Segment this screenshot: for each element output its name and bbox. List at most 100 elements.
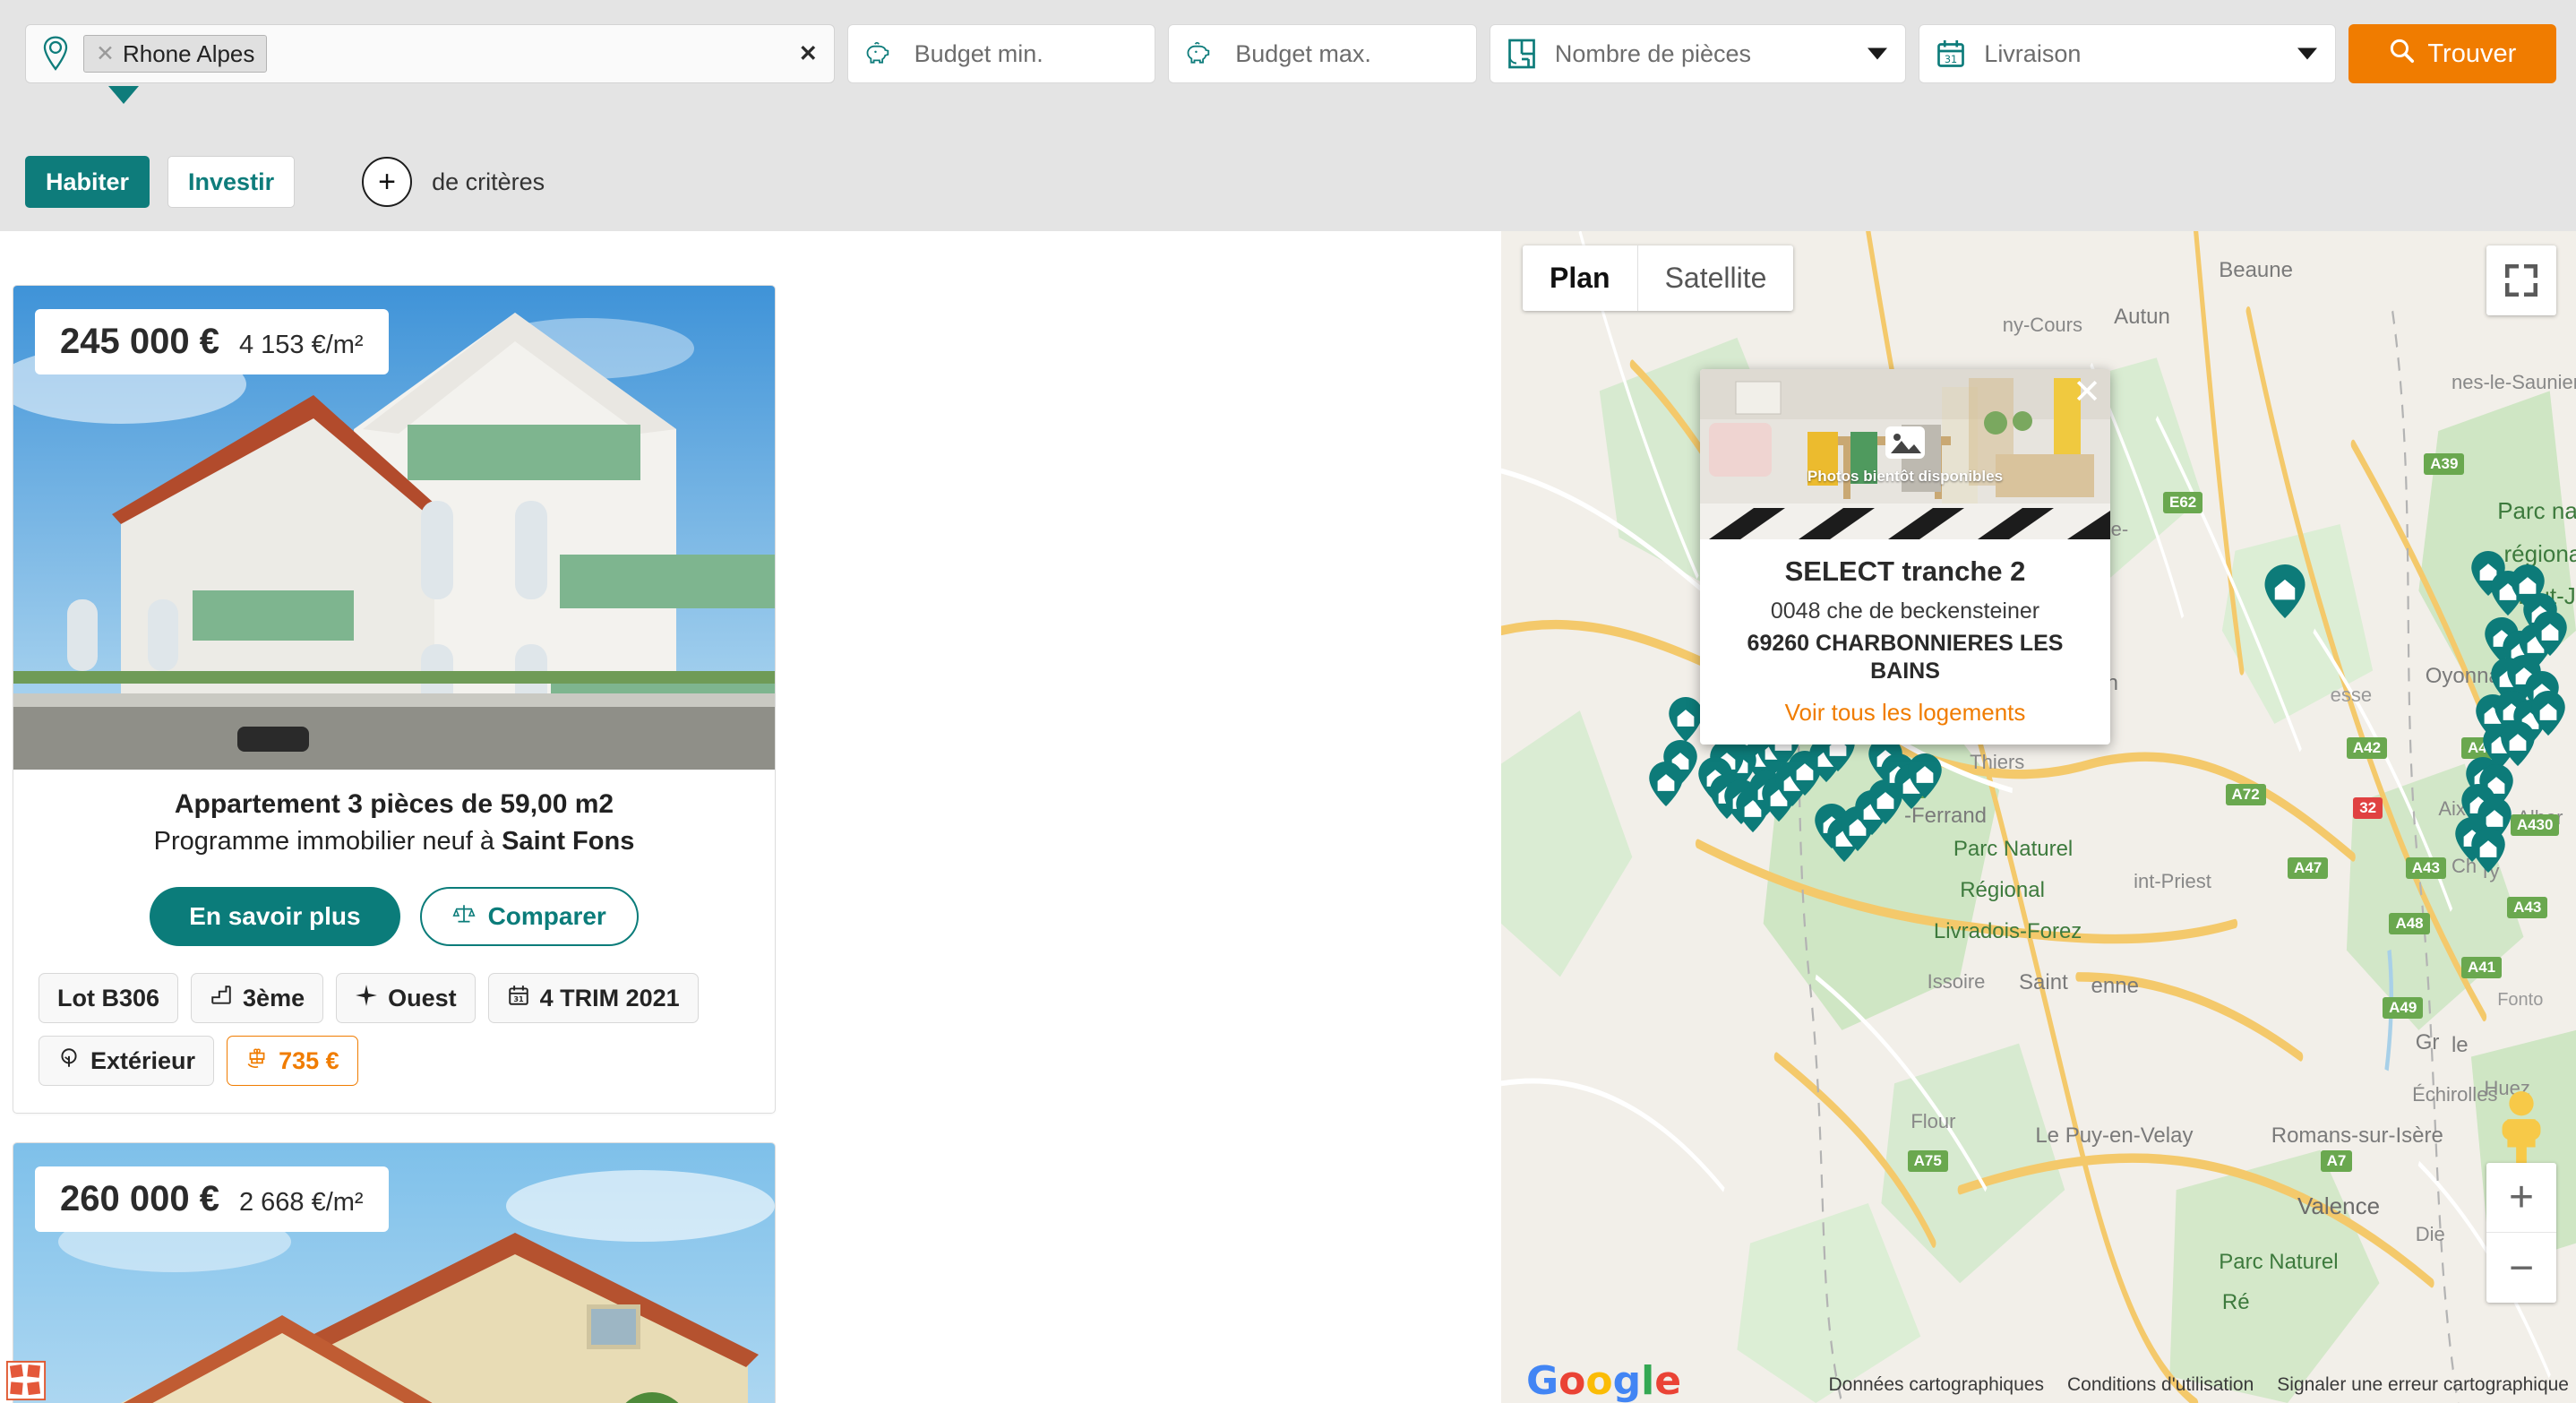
map-zoom-controls[interactable]: + − (2486, 1163, 2556, 1303)
map-marker[interactable] (2264, 564, 2306, 618)
calendar-icon: 31 (507, 984, 530, 1013)
corner-widget-icon[interactable] (5, 1360, 47, 1401)
rooms-placeholder: Nombre de pièces (1554, 39, 1752, 67)
more-criteria-label: de critères (432, 168, 545, 195)
gift-icon (245, 1046, 269, 1076)
zoom-out-button[interactable]: − (2486, 1233, 2556, 1303)
attrib-terms[interactable]: Conditions d'utilisation (2067, 1374, 2254, 1396)
tag-offer: 735 € (227, 1036, 358, 1086)
budget-max-placeholder: Budget max. (1235, 39, 1371, 67)
tag-floor: 3ème (191, 973, 324, 1023)
svg-text:31: 31 (513, 994, 524, 1003)
compare-button[interactable]: Comparer (419, 887, 639, 946)
tag-label: Extérieur (90, 1046, 196, 1074)
info-window-title: SELECT tranche 2 (1784, 555, 2026, 587)
clear-location-icon[interactable]: ✕ (799, 40, 818, 67)
tag-delivery: 31 4 TRIM 2021 (487, 973, 699, 1023)
budget-max-field[interactable]: Budget max. (1168, 24, 1477, 83)
search-bar: ✕ Rhone Alpes ✕ Budget min. Budget max. … (0, 0, 2576, 133)
find-button[interactable]: Trouver (2348, 24, 2556, 83)
map-type-satellite[interactable]: Satellite (1638, 245, 1794, 311)
tab-investir[interactable]: Investir (167, 156, 296, 208)
compare-label: Comparer (487, 902, 606, 930)
delivery-select[interactable]: 31 Livraison (1919, 24, 2336, 83)
tag-label: 735 € (279, 1046, 339, 1074)
map-info-window[interactable]: Photos bientôt disponibles ✕ SELECT tran… (1700, 369, 2110, 745)
card-photo[interactable]: 260 000 € 2 668 €/m² (13, 1143, 775, 1403)
photo-placeholder-label: Photos bientôt disponibles (1807, 468, 2004, 485)
card-body: Appartement 3 pièces de 59,00 m2 Program… (13, 770, 775, 1113)
chip-remove-icon[interactable]: ✕ (96, 42, 115, 65)
chevron-down-icon[interactable] (2297, 47, 2317, 60)
property-card[interactable]: 260 000 € 2 668 €/m² Maison 4 pièces de … (13, 1142, 776, 1403)
zoom-in-button[interactable]: + (2486, 1163, 2556, 1233)
delivery-placeholder: Livraison (1984, 39, 2082, 67)
price-badge: 245 000 € 4 153 €/m² (35, 309, 389, 374)
chip-label: Rhone Alpes (122, 39, 255, 67)
map-panel[interactable]: BeauneAutunny-CoursLeMoMoulinsnes-le-Sau… (1501, 231, 2576, 1403)
card-photo[interactable]: 245 000 € 4 153 €/m² (13, 286, 775, 770)
location-field[interactable]: ✕ Rhone Alpes ✕ (25, 24, 835, 104)
map-type-switcher[interactable]: Plan Satellite (1523, 245, 1794, 311)
map-marker[interactable] (1649, 761, 1684, 806)
app-root: ✕ Rhone Alpes ✕ Budget min. Budget max. … (0, 0, 2576, 1403)
view-all-housing-link[interactable]: Voir tous les logements (1720, 699, 2091, 727)
card-title: Appartement 3 pièces de 59,00 m2 (174, 789, 614, 819)
fullscreen-icon (2504, 263, 2538, 297)
map-attribution: Données cartographiques Conditions d'uti… (1828, 1374, 2569, 1396)
map-type-plan[interactable]: Plan (1523, 245, 1638, 311)
budget-min-placeholder: Budget min. (914, 39, 1043, 67)
price-badge: 260 000 € 2 668 €/m² (35, 1166, 389, 1232)
photo-placeholder-overlay: Photos bientôt disponibles (1700, 369, 2110, 539)
more-criteria[interactable]: + de critères (362, 157, 545, 207)
calendar-icon: 31 (1936, 38, 1966, 70)
results-panel[interactable]: 245 000 € 4 153 €/m² Appartement 3 pièce… (0, 231, 1501, 1403)
street-view-pegman[interactable] (2486, 1088, 2556, 1168)
search-icon (2388, 37, 2415, 71)
tag-orientation: Ouest (336, 973, 476, 1023)
map-pin-icon (40, 36, 71, 72)
close-icon[interactable]: ✕ (2073, 374, 2101, 409)
floor-icon (210, 984, 233, 1013)
attrib-data[interactable]: Données cartographiques (1828, 1374, 2044, 1396)
card-subtitle: Programme immobilier neuf à Saint Fons (39, 827, 750, 856)
tag-label: 4 TRIM 2021 (539, 984, 680, 1011)
piggy-bank-icon (864, 39, 897, 69)
pegman-icon (2502, 1091, 2541, 1165)
tree-icon (57, 1046, 81, 1076)
chevron-down-icon[interactable] (1868, 47, 1888, 60)
svg-text:31: 31 (1945, 54, 1957, 65)
learn-more-button[interactable]: En savoir plus (150, 887, 400, 946)
card-subtitle-city: Saint Fons (502, 827, 635, 856)
tag-label: 3ème (243, 984, 305, 1011)
map-marker[interactable] (1907, 753, 1942, 798)
price-value: 245 000 € (60, 322, 219, 361)
plus-icon[interactable]: + (362, 157, 413, 207)
map-marker[interactable] (2533, 610, 2568, 656)
google-logo: Google (1526, 1358, 1682, 1403)
floorplan-icon (1507, 38, 1537, 70)
attrib-report[interactable]: Signaler une erreur cartographique (2277, 1374, 2569, 1396)
map-marker[interactable] (2531, 690, 2565, 736)
map-marker[interactable] (2501, 720, 2535, 766)
price-per-sqm: 4 153 €/m² (238, 331, 364, 359)
rooms-select[interactable]: Nombre de pièces (1489, 24, 1907, 83)
card-tags: Lot B306 3ème Ouest 31 4 TRIM 2021 Extér… (39, 973, 750, 1086)
card-subtitle-prefix: Programme immobilier neuf à (153, 827, 502, 856)
tab-habiter[interactable]: Habiter (25, 156, 150, 208)
info-window-address: 0048 che de beckensteiner (1770, 598, 2040, 624)
scales-icon (452, 902, 476, 932)
map-marker[interactable] (2471, 827, 2505, 873)
map-marker[interactable] (1668, 697, 1703, 743)
location-chip[interactable]: ✕ Rhone Alpes (83, 35, 268, 73)
tag-label: Lot B306 (57, 984, 160, 1011)
find-button-label: Trouver (2427, 39, 2517, 68)
info-window-photo: Photos bientôt disponibles ✕ (1700, 369, 2110, 539)
budget-min-field[interactable]: Budget min. (846, 24, 1156, 83)
compass-icon (355, 984, 378, 1013)
info-window-city: 69260 CHARBONNIERES LES BAINS (1747, 631, 2064, 684)
property-card[interactable]: 245 000 € 4 153 €/m² Appartement 3 pièce… (13, 285, 776, 1114)
tag-lot: Lot B306 (39, 973, 179, 1023)
tag-label: Ouest (388, 984, 457, 1011)
fullscreen-button[interactable] (2486, 245, 2556, 315)
